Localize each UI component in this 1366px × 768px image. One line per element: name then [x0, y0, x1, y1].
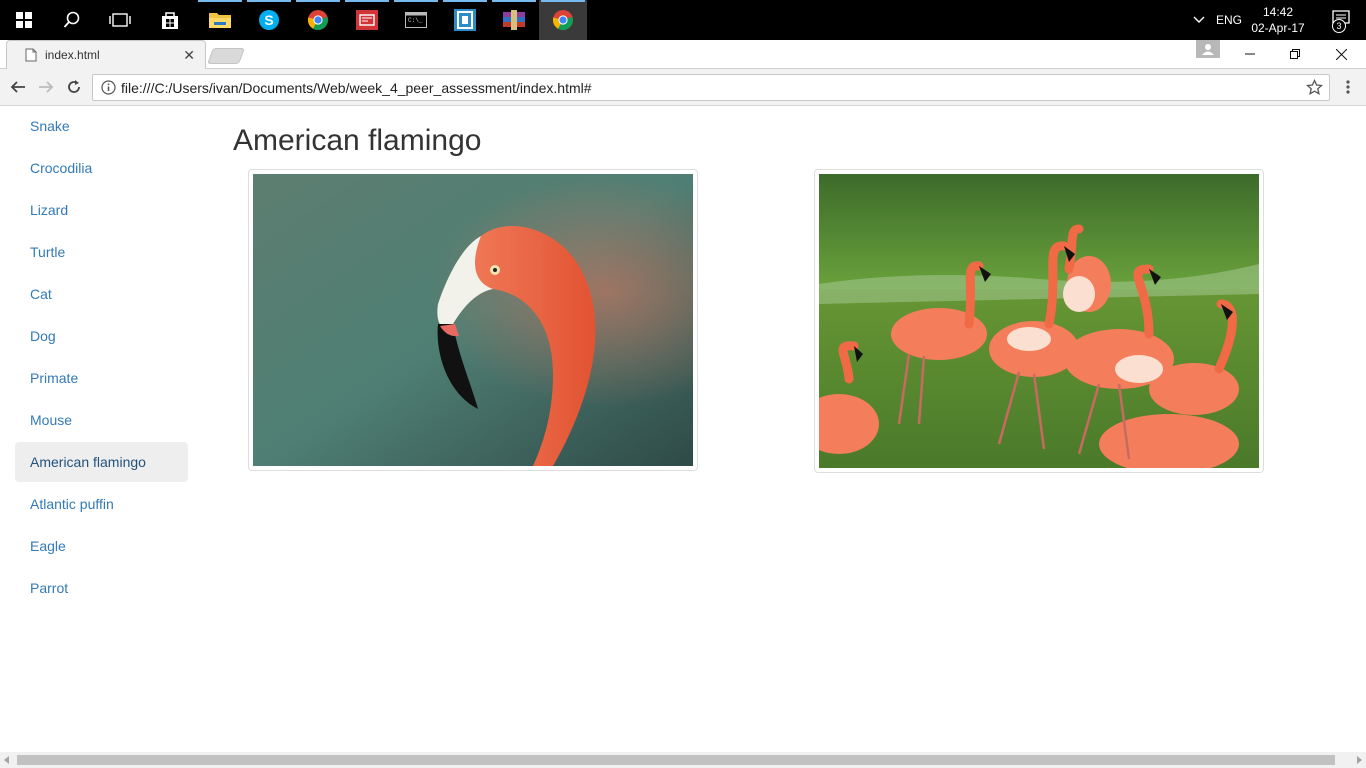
svg-text:C:\_: C:\_: [408, 17, 423, 24]
terminal-icon: C:\_: [405, 12, 427, 28]
task-view-button[interactable]: [96, 0, 144, 40]
command-prompt-button[interactable]: C:\_: [392, 0, 440, 40]
info-icon[interactable]: [101, 80, 116, 95]
web-page: Snake Crocodilia Lizard Turtle Cat Dog P…: [0, 107, 1366, 752]
minimize-icon: [1245, 53, 1255, 55]
reload-button[interactable]: [62, 75, 86, 99]
close-icon: [1335, 48, 1347, 60]
back-arrow-icon: [10, 81, 25, 93]
tab-close-icon[interactable]: ✕: [183, 47, 195, 64]
flamingo-closeup-image: [253, 174, 693, 466]
notification-count-badge: 3: [1332, 19, 1346, 33]
chrome-active-button[interactable]: [539, 0, 587, 40]
scrollbar-thumb[interactable]: [17, 755, 1335, 765]
browser-tab-strip: index.html ✕: [0, 40, 1366, 69]
sidebar-item-turtle[interactable]: Turtle: [15, 232, 188, 272]
clock-time: 14:42: [1262, 5, 1294, 19]
sidebar-nav: Snake Crocodilia Lizard Turtle Cat Dog P…: [15, 107, 188, 610]
scroll-right-icon[interactable]: [1356, 756, 1362, 764]
folder-icon: [209, 13, 231, 28]
news-button[interactable]: [343, 0, 391, 40]
sidebar-item-mouse[interactable]: Mouse: [15, 400, 188, 440]
kebab-menu-icon: [1346, 80, 1350, 94]
search-icon: [63, 11, 80, 28]
sidebar-item-eagle[interactable]: Eagle: [15, 526, 188, 566]
horizontal-scrollbar[interactable]: [0, 752, 1366, 768]
search-button[interactable]: [48, 0, 96, 40]
browser-toolbar: file:///C:/Users/ivan/Documents/Web/week…: [0, 69, 1366, 106]
address-bar[interactable]: file:///C:/Users/ivan/Documents/Web/week…: [92, 74, 1330, 101]
windows-taskbar: S C:\_ ENG 14:42 02-Apr-17 3: [0, 0, 1366, 40]
sidebar-item-snake[interactable]: Snake: [15, 106, 188, 146]
forward-button[interactable]: [34, 75, 58, 99]
bracket-app-icon: [454, 9, 476, 31]
flamingo-flock-image: [819, 174, 1259, 468]
reload-icon: [68, 80, 80, 93]
sidebar-item-dog[interactable]: Dog: [15, 316, 188, 356]
close-window-button[interactable]: [1318, 40, 1364, 68]
store-icon: [162, 12, 178, 29]
file-explorer-button[interactable]: [196, 0, 244, 40]
forward-arrow-icon: [39, 81, 54, 93]
start-button[interactable]: [0, 0, 48, 40]
tab-title: index.html: [45, 48, 100, 62]
sidebar-item-atlantic-puffin[interactable]: Atlantic puffin: [15, 484, 188, 524]
system-tray: ENG 14:42 02-Apr-17 3: [1166, 0, 1366, 40]
windows-logo-icon: [16, 12, 32, 28]
new-tab-button[interactable]: [207, 48, 245, 64]
sidebar-item-american-flamingo[interactable]: American flamingo: [15, 442, 188, 482]
restore-button[interactable]: [1272, 40, 1318, 68]
minimize-button[interactable]: [1227, 40, 1273, 68]
bookmark-star-icon[interactable]: [1306, 79, 1323, 96]
clock[interactable]: 14:42 02-Apr-17: [1248, 4, 1308, 36]
clock-date: 02-Apr-17: [1251, 21, 1305, 35]
skype-icon: S: [259, 10, 279, 30]
chrome-icon: [307, 10, 328, 31]
svg-text:S: S: [264, 12, 273, 28]
sidebar-item-primate[interactable]: Primate: [15, 358, 188, 398]
image-thumbnail-2[interactable]: [814, 169, 1264, 473]
person-icon: [1202, 44, 1214, 55]
sidebar-item-lizard[interactable]: Lizard: [15, 190, 188, 230]
winrar-button[interactable]: [490, 0, 538, 40]
task-view-icon: [109, 13, 131, 27]
page-title: American flamingo: [233, 124, 482, 157]
browser-menu-button[interactable]: [1340, 75, 1356, 99]
sidebar-item-cat[interactable]: Cat: [15, 274, 188, 314]
back-button[interactable]: [6, 75, 30, 99]
document-icon: [25, 48, 37, 62]
chrome-icon: [552, 10, 573, 31]
url-text[interactable]: file:///C:/Users/ivan/Documents/Web/week…: [121, 80, 592, 96]
restore-icon: [1290, 49, 1300, 59]
language-indicator[interactable]: ENG: [1216, 13, 1242, 27]
store-button[interactable]: [146, 0, 194, 40]
sidebar-item-crocodilia[interactable]: Crocodilia: [15, 148, 188, 188]
image-thumbnail-1[interactable]: [248, 169, 698, 471]
news-icon: [356, 10, 378, 30]
show-hidden-icons-icon[interactable]: [1192, 12, 1206, 26]
browser-tab[interactable]: index.html ✕: [6, 40, 206, 69]
sidebar-item-parrot[interactable]: Parrot: [15, 568, 188, 608]
chrome-button[interactable]: [294, 0, 342, 40]
winrar-icon: [503, 10, 525, 30]
profile-button[interactable]: [1196, 40, 1220, 58]
scroll-left-icon[interactable]: [4, 756, 10, 764]
skype-button[interactable]: S: [245, 0, 293, 40]
bracket-app-button[interactable]: [441, 0, 489, 40]
